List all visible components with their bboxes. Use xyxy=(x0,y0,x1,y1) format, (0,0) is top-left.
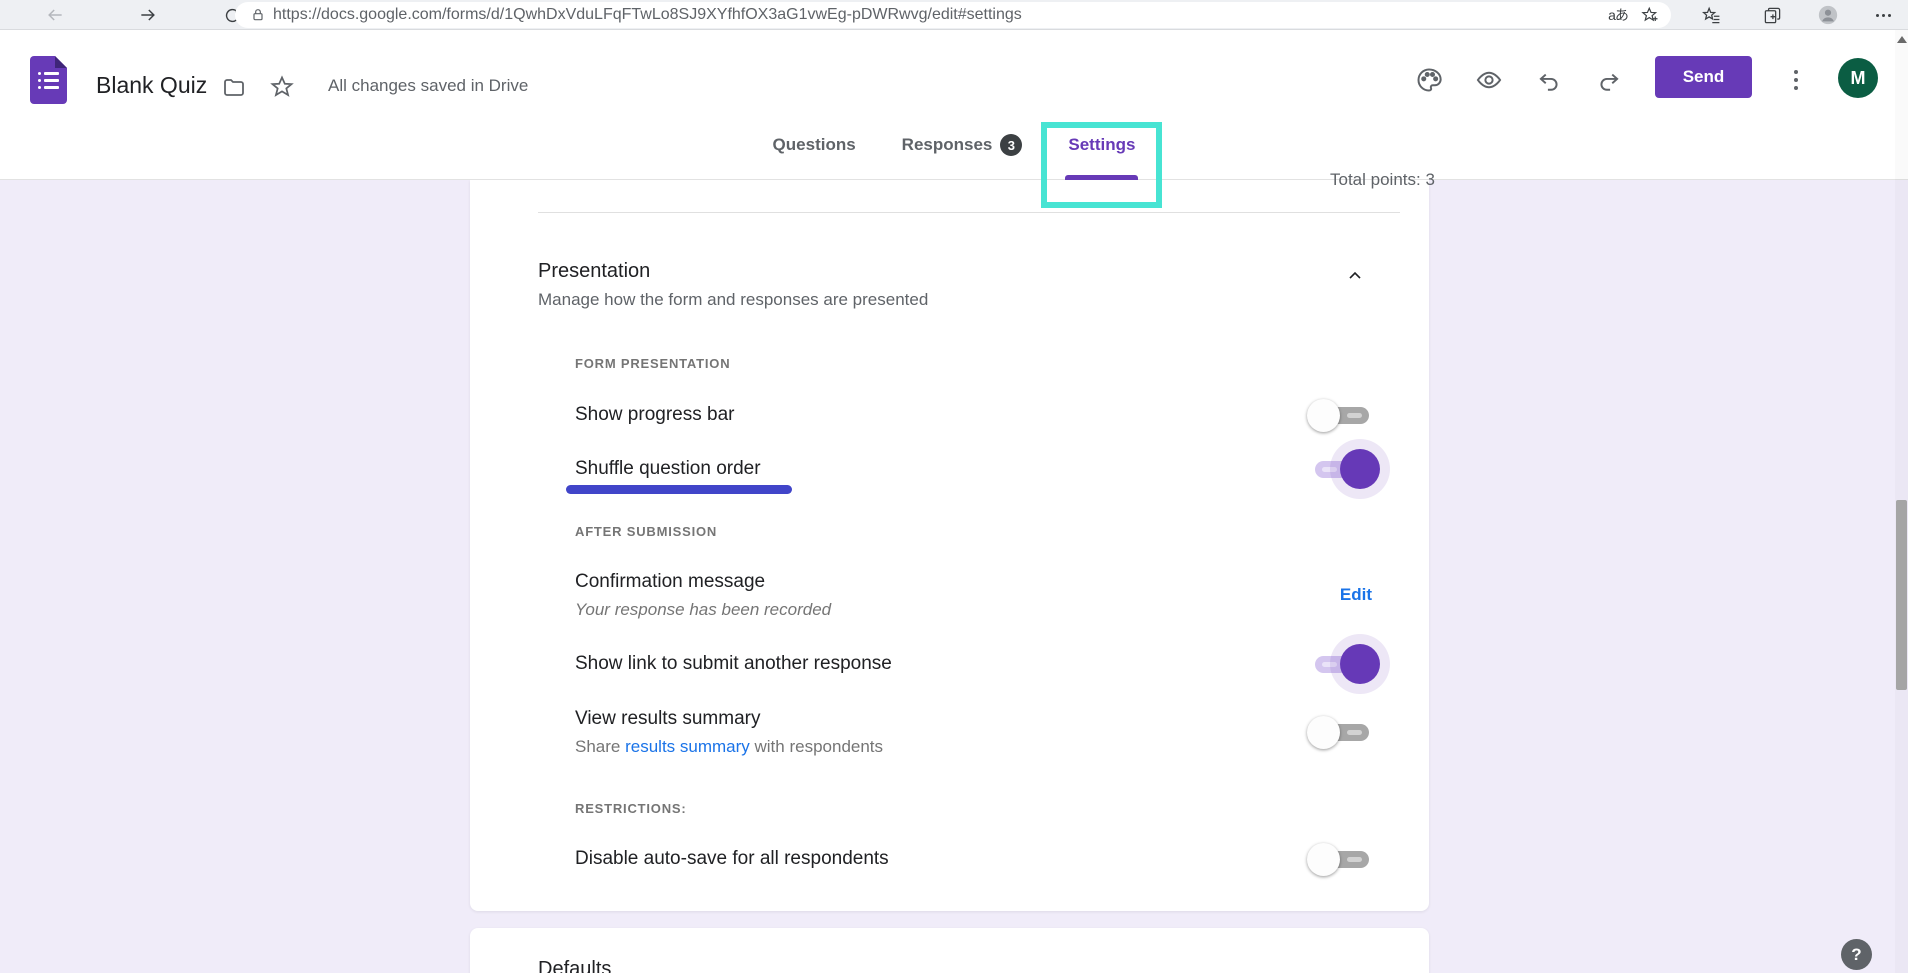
browser-forward-icon[interactable] xyxy=(133,0,163,30)
browser-menu-icon[interactable] xyxy=(1868,0,1898,30)
show-progress-bar-label: Show progress bar xyxy=(575,404,734,426)
google-forms-settings-screen: https://docs.google.com/forms/d/1QwhDxVd… xyxy=(0,0,1908,973)
collections-icon[interactable] xyxy=(1757,0,1787,30)
confirmation-message-value: Your response has been recorded xyxy=(575,599,831,621)
document-title[interactable]: Blank Quiz xyxy=(96,71,207,99)
confirmation-message-text: Confirmation message Your response has b… xyxy=(575,569,831,621)
presentation-settings-card: Presentation Manage how the form and res… xyxy=(470,180,1429,911)
results-summary-link[interactable]: results summary xyxy=(625,737,750,756)
view-results-summary-toggle[interactable] xyxy=(1312,709,1372,755)
tab-settings-underline xyxy=(1065,175,1138,180)
translate-icon[interactable]: aあ xyxy=(1601,5,1635,25)
toggle-thumb xyxy=(1340,449,1380,489)
tab-settings-label: Settings xyxy=(1068,135,1135,155)
form-presentation-heading: FORM PRESENTATION xyxy=(575,355,730,373)
shuffle-question-order-label: Shuffle question order xyxy=(575,458,761,480)
setting-row-disable-autosave: Disable auto-save for all respondents xyxy=(575,836,1372,882)
edit-confirmation-link[interactable]: Edit xyxy=(1340,585,1372,605)
favorites-bar-icon[interactable] xyxy=(1696,0,1726,30)
tab-questions[interactable]: Questions xyxy=(770,110,859,180)
add-favorite-star-icon[interactable] xyxy=(1635,2,1665,28)
redo-icon[interactable] xyxy=(1595,66,1623,94)
presentation-section-header: Presentation Manage how the form and res… xyxy=(538,258,928,310)
scrollbar-thumb[interactable] xyxy=(1896,500,1907,690)
customize-theme-palette-icon[interactable] xyxy=(1415,66,1443,94)
browser-back-icon[interactable] xyxy=(40,0,70,30)
view-results-summary-label: View results summary xyxy=(575,706,883,732)
tab-responses[interactable]: Responses 3 xyxy=(899,110,1026,180)
show-link-label: Show link to submit another response xyxy=(575,653,892,675)
show-link-toggle[interactable] xyxy=(1312,641,1372,687)
browser-profile-icon[interactable] xyxy=(1813,0,1843,30)
tab-settings[interactable]: Settings xyxy=(1065,110,1138,180)
setting-row-view-results-summary: View results summary Share results summa… xyxy=(575,706,1372,758)
defaults-title: Defaults xyxy=(538,958,611,973)
section-divider xyxy=(538,212,1400,213)
preview-eye-icon[interactable] xyxy=(1475,66,1503,94)
google-forms-logo-icon[interactable] xyxy=(30,56,67,104)
forms-header: Blank Quiz All changes saved in Drive Se… xyxy=(0,30,1908,180)
desc-suffix: with respondents xyxy=(750,737,883,756)
collapse-chevron-up-icon[interactable] xyxy=(1341,262,1369,290)
confirmation-message-label: Confirmation message xyxy=(575,569,831,595)
restrictions-heading: RESTRICTIONS: xyxy=(575,800,687,818)
setting-row-confirmation-message: Confirmation message Your response has b… xyxy=(575,569,1372,621)
setting-row-show-progress-bar: Show progress bar xyxy=(575,392,1372,438)
defaults-settings-card: Defaults xyxy=(470,928,1429,973)
tabs-row: Questions Responses 3 Settings xyxy=(0,110,1908,180)
setting-row-show-link-submit-another: Show link to submit another response xyxy=(575,641,1372,687)
shuffle-question-order-toggle[interactable] xyxy=(1312,446,1372,492)
presentation-subtitle: Manage how the form and responses are pr… xyxy=(538,290,928,310)
disable-autosave-toggle[interactable] xyxy=(1312,836,1372,882)
save-status: All changes saved in Drive xyxy=(328,76,528,96)
responses-count-badge: 3 xyxy=(1000,134,1022,156)
tab-responses-label: Responses xyxy=(902,135,993,155)
url-text[interactable]: https://docs.google.com/forms/d/1QwhDxVd… xyxy=(273,6,1601,24)
send-button[interactable]: Send xyxy=(1655,56,1752,98)
presentation-title: Presentation xyxy=(538,258,928,284)
disable-autosave-label: Disable auto-save for all respondents xyxy=(575,848,889,870)
account-avatar[interactable]: M xyxy=(1838,58,1878,98)
page-scrollbar[interactable] xyxy=(1895,30,1908,973)
scrollbar-up-arrow[interactable] xyxy=(1897,36,1907,43)
toggle-thumb xyxy=(1307,716,1340,749)
move-to-folder-icon[interactable] xyxy=(220,73,248,101)
after-submission-heading: AFTER SUBMISSION xyxy=(575,523,717,541)
view-results-summary-text: View results summary Share results summa… xyxy=(575,706,883,758)
toggle-thumb xyxy=(1307,843,1340,876)
help-button[interactable]: ? xyxy=(1841,939,1872,970)
view-results-summary-desc: Share results summary with respondents xyxy=(575,736,883,758)
star-icon[interactable] xyxy=(268,73,296,101)
address-bar[interactable]: https://docs.google.com/forms/d/1QwhDxVd… xyxy=(235,2,1671,28)
shuffle-annotation-underline xyxy=(566,485,792,494)
desc-prefix: Share xyxy=(575,737,625,756)
more-options-kebab-icon[interactable] xyxy=(1782,66,1810,94)
undo-icon[interactable] xyxy=(1535,66,1563,94)
tab-questions-label: Questions xyxy=(773,135,856,155)
browser-toolbar: https://docs.google.com/forms/d/1QwhDxVd… xyxy=(0,0,1908,30)
total-points: Total points: 3 xyxy=(1330,170,1435,190)
toggle-thumb xyxy=(1307,399,1340,432)
settings-content-area: Presentation Manage how the form and res… xyxy=(0,180,1908,973)
lock-icon xyxy=(243,2,273,28)
show-progress-bar-toggle[interactable] xyxy=(1312,392,1372,438)
toggle-thumb xyxy=(1340,644,1380,684)
